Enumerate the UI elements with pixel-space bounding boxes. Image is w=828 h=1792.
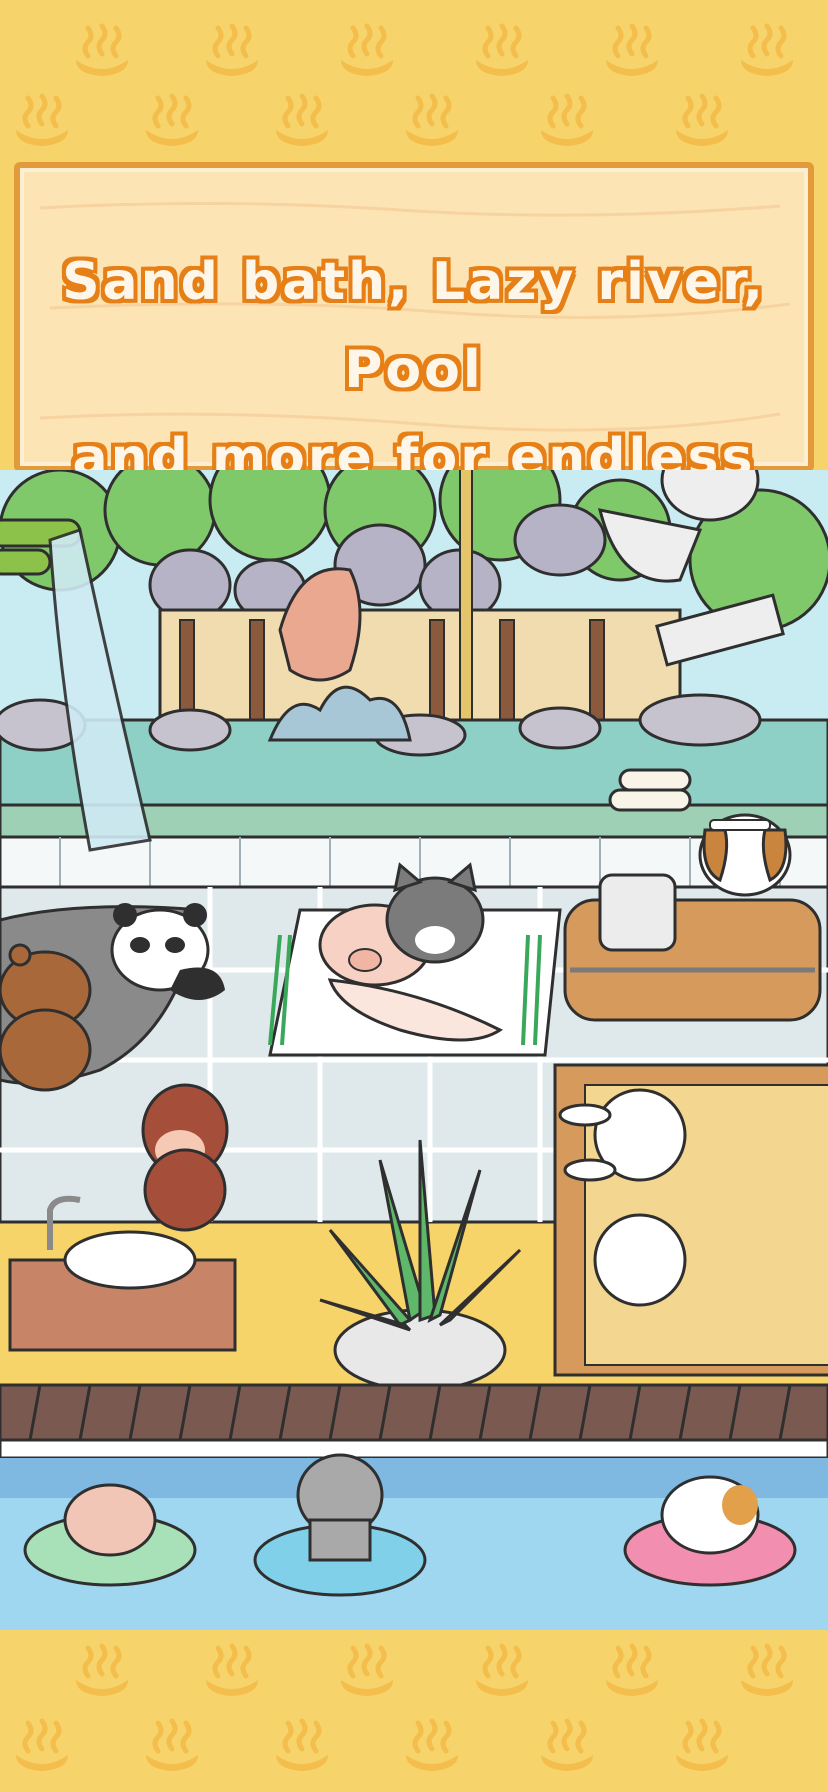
bathhouse-scene	[0, 470, 828, 1630]
banner-line-1: Sand bath, Lazy river, Pool	[62, 252, 766, 400]
game-screenshot: Sand bath, Lazy river, Pool and more for…	[0, 0, 828, 1792]
bear	[0, 943, 92, 1092]
wooden-deck	[0, 1383, 828, 1442]
white-cat	[593, 1213, 687, 1307]
monkey	[141, 1083, 229, 1232]
tiger-cat	[385, 862, 485, 964]
bottom-pattern-band	[0, 1630, 828, 1792]
towel-stack	[608, 768, 692, 812]
dog	[698, 813, 792, 897]
promo-banner: Sand bath, Lazy river, Pool and more for…	[14, 162, 814, 576]
onsen-pattern-bottom	[0, 1630, 828, 1792]
